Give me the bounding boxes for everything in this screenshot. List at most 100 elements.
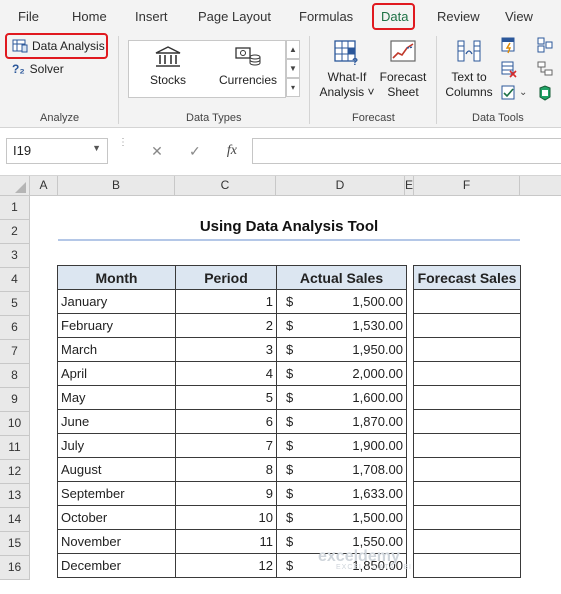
cell-forecast-sales[interactable] bbox=[413, 505, 521, 530]
name-box[interactable]: I19 ▼ bbox=[6, 138, 108, 164]
cell-actual-sales[interactable]: $1,500.00 bbox=[276, 289, 407, 314]
gallery-scroll-down-icon[interactable]: ▼ bbox=[286, 59, 300, 78]
cell-period[interactable]: 7 bbox=[175, 433, 277, 458]
cell-forecast-sales[interactable] bbox=[413, 361, 521, 386]
row-header[interactable]: 13 bbox=[0, 484, 30, 508]
cell-actual-sales[interactable]: $1,708.00 bbox=[276, 457, 407, 482]
text-to-columns-button[interactable]: Text to Columns bbox=[442, 38, 496, 100]
cell-forecast-sales[interactable] bbox=[413, 553, 521, 578]
cell-period[interactable]: 9 bbox=[175, 481, 277, 506]
row-header[interactable]: 8 bbox=[0, 364, 30, 388]
cell-actual-sales[interactable]: $1,900.00 bbox=[276, 433, 407, 458]
row-header[interactable]: 15 bbox=[0, 532, 30, 556]
currencies-button[interactable]: Currencies bbox=[215, 45, 281, 88]
row-header[interactable]: 7 bbox=[0, 340, 30, 364]
cell-forecast-sales[interactable] bbox=[413, 385, 521, 410]
remove-duplicates-icon[interactable] bbox=[500, 60, 518, 78]
cell-forecast-sales[interactable] bbox=[413, 289, 521, 314]
cell-actual-sales[interactable]: $1,870.00 bbox=[276, 409, 407, 434]
row-header[interactable]: 16 bbox=[0, 556, 30, 580]
row-header[interactable]: 5 bbox=[0, 292, 30, 316]
consolidate-icon[interactable] bbox=[536, 36, 554, 54]
row-header[interactable]: 3 bbox=[0, 244, 30, 268]
insert-function-icon[interactable]: fx bbox=[227, 143, 237, 159]
cell-period[interactable]: 1 bbox=[175, 289, 277, 314]
cell-period[interactable]: 5 bbox=[175, 385, 277, 410]
column-header-a[interactable]: A bbox=[30, 176, 58, 196]
name-box-dropdown-icon[interactable]: ▼ bbox=[92, 143, 101, 153]
cell-month[interactable]: February bbox=[57, 313, 176, 338]
sales-value: 1,950.00 bbox=[352, 342, 403, 357]
cell-period[interactable]: 8 bbox=[175, 457, 277, 482]
cell-period[interactable]: 10 bbox=[175, 505, 277, 530]
tab-file[interactable]: File bbox=[18, 9, 39, 24]
cell-actual-sales[interactable]: $2,000.00 bbox=[276, 361, 407, 386]
cell-forecast-sales[interactable] bbox=[413, 433, 521, 458]
tab-page-layout[interactable]: Page Layout bbox=[198, 9, 271, 24]
row-header[interactable]: 12 bbox=[0, 460, 30, 484]
cell-forecast-sales[interactable] bbox=[413, 457, 521, 482]
cell-period[interactable]: 11 bbox=[175, 529, 277, 554]
tab-review[interactable]: Review bbox=[437, 9, 480, 24]
cell-month[interactable]: June bbox=[57, 409, 176, 434]
cell-forecast-sales[interactable] bbox=[413, 529, 521, 554]
cell-month[interactable]: April bbox=[57, 361, 176, 386]
cell-month[interactable]: January bbox=[57, 289, 176, 314]
row-header[interactable]: 9 bbox=[0, 388, 30, 412]
gallery-expand-icon[interactable]: ▾ bbox=[286, 78, 300, 97]
solver-button[interactable]: ?₂ Solver bbox=[12, 58, 64, 80]
data-validation-icon[interactable] bbox=[500, 84, 518, 102]
cell-month[interactable]: May bbox=[57, 385, 176, 410]
cell-period[interactable]: 3 bbox=[175, 337, 277, 362]
forecast-sheet-button[interactable]: Forecast Sheet bbox=[378, 38, 428, 100]
cell-actual-sales[interactable]: $1,633.00 bbox=[276, 481, 407, 506]
cell-month[interactable]: August bbox=[57, 457, 176, 482]
cell-forecast-sales[interactable] bbox=[413, 337, 521, 362]
enter-icon[interactable]: ✓ bbox=[189, 143, 201, 160]
cancel-icon[interactable]: ✕ bbox=[151, 143, 163, 160]
tab-formulas[interactable]: Formulas bbox=[299, 9, 353, 24]
cell-forecast-sales[interactable] bbox=[413, 409, 521, 434]
row-header[interactable]: 10 bbox=[0, 412, 30, 436]
cell-month[interactable]: November bbox=[57, 529, 176, 554]
relationships-icon[interactable] bbox=[536, 60, 554, 78]
column-header-c[interactable]: C bbox=[175, 176, 276, 196]
column-header-f[interactable]: F bbox=[414, 176, 520, 196]
cell-month[interactable]: March bbox=[57, 337, 176, 362]
cell-period[interactable]: 6 bbox=[175, 409, 277, 434]
row-header[interactable]: 11 bbox=[0, 436, 30, 460]
tab-view[interactable]: View bbox=[505, 9, 533, 24]
tab-insert[interactable]: Insert bbox=[135, 9, 168, 24]
cell-actual-sales[interactable]: $1,530.00 bbox=[276, 313, 407, 338]
column-header-b[interactable]: B bbox=[58, 176, 175, 196]
cell-period[interactable]: 4 bbox=[175, 361, 277, 386]
cell-period[interactable]: 2 bbox=[175, 313, 277, 338]
row-header[interactable]: 1 bbox=[0, 196, 30, 220]
drag-handle-icon[interactable]: ⋮ bbox=[118, 138, 128, 160]
row-header[interactable]: 4 bbox=[0, 268, 30, 292]
what-if-analysis-button[interactable]: ? What-If Analysis ˅ bbox=[318, 38, 376, 100]
cell-forecast-sales[interactable] bbox=[413, 481, 521, 506]
cell-month[interactable]: September bbox=[57, 481, 176, 506]
stocks-button[interactable]: Stocks bbox=[139, 45, 197, 88]
gallery-scroll-up-icon[interactable]: ▲ bbox=[286, 40, 300, 59]
column-header-d[interactable]: D bbox=[276, 176, 405, 196]
column-header-e[interactable]: E bbox=[405, 176, 414, 196]
formula-input[interactable] bbox=[252, 138, 561, 164]
cell-actual-sales[interactable]: $1,950.00 bbox=[276, 337, 407, 362]
cell-period[interactable]: 12 bbox=[175, 553, 277, 578]
cell-actual-sales[interactable]: $1,600.00 bbox=[276, 385, 407, 410]
row-header[interactable]: 2 bbox=[0, 220, 30, 244]
cell-month[interactable]: July bbox=[57, 433, 176, 458]
select-all-corner[interactable] bbox=[0, 176, 30, 196]
cell-actual-sales[interactable]: $1,500.00 bbox=[276, 505, 407, 530]
row-header[interactable]: 14 bbox=[0, 508, 30, 532]
tab-home[interactable]: Home bbox=[72, 9, 107, 24]
data-model-icon[interactable] bbox=[536, 84, 554, 102]
flash-fill-icon[interactable] bbox=[500, 36, 518, 54]
row-header[interactable]: 6 bbox=[0, 316, 30, 340]
data-validation-dropdown-icon[interactable]: ⌄ bbox=[519, 87, 527, 98]
cell-month[interactable]: December bbox=[57, 553, 176, 578]
cell-month[interactable]: October bbox=[57, 505, 176, 530]
cell-forecast-sales[interactable] bbox=[413, 313, 521, 338]
